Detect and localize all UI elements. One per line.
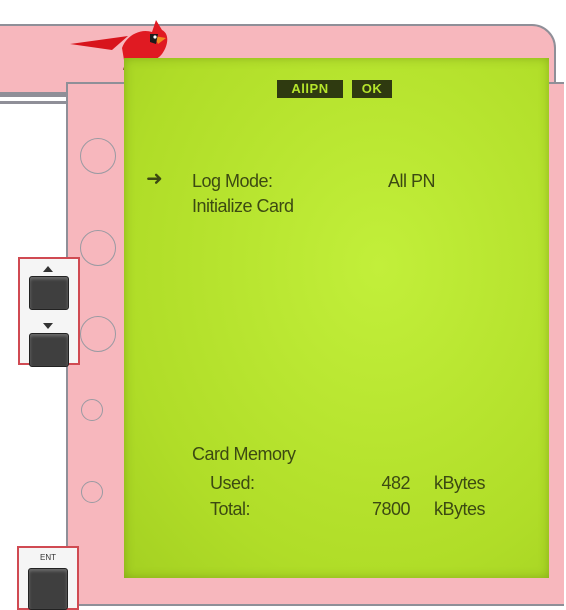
softkey-circle-4[interactable] [81,399,103,421]
menu-item-initialize-card[interactable]: Initialize Card [192,195,294,217]
softkey-circle-1[interactable] [80,138,116,174]
memory-used-unit: kBytes [434,473,486,493]
softkey-circle-3[interactable] [80,316,116,352]
enter-key-group: ENT [17,546,79,610]
triangle-up-icon [43,266,53,272]
memory-used-label: Used: [210,473,255,493]
softkey-circle-5[interactable] [81,481,103,503]
menu-item-log-mode-value: All PN [388,171,436,191]
arrow-right-icon: ➜ [146,168,163,190]
card-memory-title: Card Memory [192,444,296,464]
status-mode-badge: AllPN [277,80,343,98]
softkey-circle-2[interactable] [80,230,116,266]
lcd-screen: AllPN OK ➜ Log Mode: All PN Initialize C… [124,58,549,578]
navigation-keys [18,257,80,367]
triangle-down-icon [43,323,53,329]
status-ok-badge: OK [352,80,392,98]
up-key-button[interactable] [29,276,69,310]
enter-key-label: ENT [40,553,56,562]
enter-key-button[interactable] [28,568,68,610]
memory-used-value: 482 [381,473,410,493]
memory-total-unit: kBytes [434,499,486,519]
menu-item-log-mode[interactable]: Log Mode: [192,170,273,192]
memory-total-label: Total: [210,499,251,519]
down-key-button[interactable] [29,333,69,367]
memory-total-value: 7800 [371,499,411,519]
